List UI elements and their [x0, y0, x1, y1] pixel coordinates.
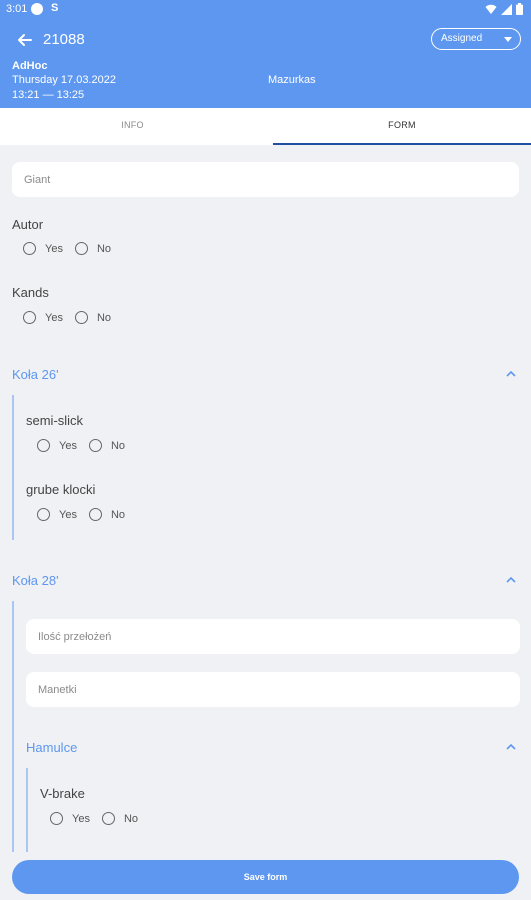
autor-no-radio[interactable] [74, 242, 88, 255]
semi-slick-yes-label: Yes [59, 439, 77, 452]
grube-klocki-label: grube klocki [26, 482, 96, 497]
v-brake-no-radio[interactable] [101, 812, 115, 825]
app-notification-icon: S [51, 2, 59, 14]
page-title: 21088 [43, 31, 85, 48]
autor-label: Autor [12, 217, 44, 232]
kands-yes-radio[interactable] [23, 311, 36, 324]
v-brake-radio-group: Yes No [50, 812, 150, 825]
ilosc-przelozen-input[interactable]: Ilość przełożeń [26, 619, 520, 654]
app-bar: 21088 Assigned AdHoc Thursday 17.03.2022… [0, 18, 531, 108]
order-type: AdHoc [12, 60, 48, 72]
grube-klocki-no-label: No [110, 508, 126, 521]
status-time: 3:01 [6, 3, 28, 15]
autor-yes-label: Yes [45, 242, 63, 255]
order-location: Mazurkas [268, 74, 316, 86]
chevron-down-icon [504, 37, 512, 42]
notification-dot-icon [31, 3, 43, 15]
grube-klocki-no-radio[interactable] [88, 508, 102, 521]
section-kola28-title[interactable]: Koła 28' [12, 573, 59, 588]
order-time-range: 13:21 — 13:25 [12, 89, 85, 101]
section-kola26-title[interactable]: Koła 26' [12, 367, 59, 382]
kands-yes-label: Yes [45, 311, 63, 324]
semi-slick-no-label: No [110, 439, 126, 452]
semi-slick-label: semi-slick [26, 413, 84, 428]
signal-icon [501, 3, 512, 15]
save-form-button[interactable]: Save form [12, 860, 519, 894]
back-arrow-icon[interactable] [15, 30, 35, 50]
section-kola26-border [12, 395, 14, 540]
v-brake-label: V-brake [40, 786, 85, 801]
semi-slick-yes-radio[interactable] [37, 439, 50, 452]
tab-bar: INFO FORM [0, 108, 531, 145]
manetki-input[interactable]: Manetki [26, 672, 520, 707]
status-bar: 3:01 S [0, 0, 531, 18]
kands-radio-group: Yes No [23, 311, 123, 324]
battery-icon [516, 3, 523, 15]
v-brake-yes-radio[interactable] [50, 812, 63, 825]
grube-klocki-radio-group: Yes No [37, 508, 137, 521]
status-dropdown[interactable]: Assigned [431, 28, 521, 50]
chevron-up-icon[interactable] [505, 368, 517, 380]
autor-no-label: No [96, 242, 112, 255]
kands-label: Kands [12, 285, 49, 300]
tab-form[interactable]: FORM [273, 108, 531, 145]
tab-info[interactable]: INFO [0, 108, 265, 145]
chevron-up-icon[interactable] [505, 741, 517, 753]
v-brake-no-label: No [123, 812, 139, 825]
giant-input[interactable]: Giant [12, 162, 519, 197]
semi-slick-radio-group: Yes No [37, 439, 137, 452]
semi-slick-no-radio[interactable] [88, 439, 102, 452]
status-dropdown-value: Assigned [441, 33, 483, 44]
v-brake-yes-label: Yes [72, 812, 90, 825]
kands-no-radio[interactable] [74, 311, 88, 324]
section-kola28-border [12, 601, 14, 861]
autor-yes-radio[interactable] [23, 242, 36, 255]
grube-klocki-yes-radio[interactable] [37, 508, 50, 521]
wifi-icon [485, 4, 497, 14]
chevron-up-icon[interactable] [505, 574, 517, 586]
system-icons [485, 3, 523, 15]
grube-klocki-yes-label: Yes [59, 508, 77, 521]
kands-no-label: No [96, 311, 112, 324]
section-hamulce-title[interactable]: Hamulce [26, 740, 77, 755]
autor-radio-group: Yes No [23, 242, 123, 255]
order-date: Thursday 17.03.2022 [12, 74, 116, 86]
section-hamulce-border [26, 768, 28, 858]
